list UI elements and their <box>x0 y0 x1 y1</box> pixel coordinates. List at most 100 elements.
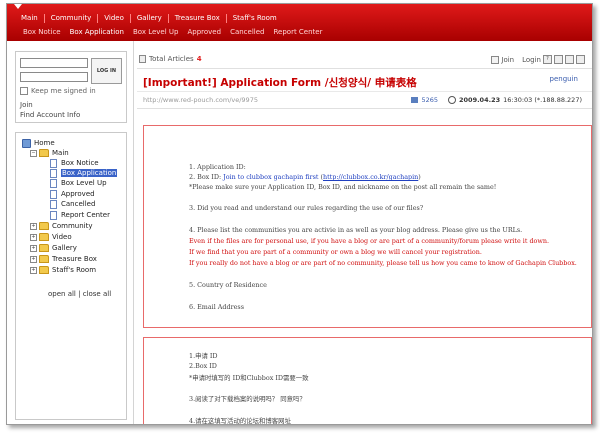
expand-icon[interactable]: + <box>30 266 37 274</box>
nav-video[interactable]: Video <box>97 14 130 23</box>
nav-gallery[interactable]: Gallery <box>129 14 168 23</box>
post-time: 16:30:03 (*.188.88.227) <box>503 96 582 104</box>
form-line: *Please make sure your Application ID, B… <box>189 183 497 191</box>
clock-icon <box>448 96 456 104</box>
tree-main-label: Main <box>52 149 69 157</box>
browser-page: Main Community Video Gallery Treasure Bo… <box>6 3 593 425</box>
page-icon <box>50 168 57 178</box>
tree-item-approved[interactable]: Approved <box>50 189 95 199</box>
keep-signed-in-label: Keep me signed in <box>31 87 96 95</box>
tree-item-cancelled[interactable]: Cancelled <box>50 199 95 209</box>
separator: | <box>78 290 81 298</box>
form-warning: If we find that you are part of a commun… <box>189 248 482 256</box>
tree-main[interactable]: − Main <box>30 148 69 158</box>
join-clubbox-link[interactable]: Join to clubbox gachapin first <box>223 173 318 181</box>
list-icon <box>139 55 146 63</box>
left-sidebar: LOG IN Keep me signed in Join Find Accou… <box>7 41 130 424</box>
main-nav: Main Community Video Gallery Treasure Bo… <box>17 14 283 23</box>
open-all-link[interactable]: open all <box>48 290 76 298</box>
nav-main[interactable]: Main <box>17 14 44 23</box>
keep-signed-in[interactable]: Keep me signed in <box>20 87 96 95</box>
form-line: 3.阅读了对下载档案的说明吗？ 同意吗？ <box>189 395 306 403</box>
views-icon <box>411 97 419 103</box>
close-all-link[interactable]: close all <box>83 290 111 298</box>
subnav-box-notice[interactable]: Box Notice <box>23 28 61 37</box>
tree-item-box-application[interactable]: Box Application <box>50 168 118 178</box>
post-author[interactable]: penguin <box>550 75 578 83</box>
expand-icon[interactable]: + <box>30 255 37 263</box>
form-line: 2.Box ID <box>189 362 217 370</box>
nav-staffs-room[interactable]: Staff's Room <box>225 14 283 23</box>
top-header: Main Community Video Gallery Treasure Bo… <box>7 4 592 41</box>
subnav-box-application[interactable]: Box Application <box>70 28 124 37</box>
user-icon <box>491 55 500 64</box>
page-icon <box>50 178 57 188</box>
form-line: 3. Did you read and understand our rules… <box>189 204 424 212</box>
column-divider <box>133 41 134 424</box>
folder-open-icon <box>39 149 49 157</box>
collapse-icon[interactable]: − <box>30 149 37 157</box>
clubbox-url-link[interactable]: http://clubbox.co.kr/gachapin <box>323 173 418 181</box>
subnav-approved[interactable]: Approved <box>187 28 221 37</box>
page-icon <box>50 158 57 168</box>
post-url[interactable]: http://www.red-pouch.com/ve/9975 <box>143 96 258 104</box>
tree-video[interactable]: + Video <box>30 232 72 242</box>
toolbar-login-link[interactable]: Login <box>522 56 541 64</box>
tree-item-box-notice[interactable]: Box Notice <box>50 158 99 168</box>
join-link[interactable]: Join <box>20 101 33 109</box>
form-warning: Even if the files are for personal use, … <box>189 237 550 245</box>
find-account-link[interactable]: Find Account Info <box>20 111 80 119</box>
nav-treasure-box[interactable]: Treasure Box <box>167 14 226 23</box>
home-icon <box>22 138 31 148</box>
login-button[interactable]: LOG IN <box>91 58 122 84</box>
subnav-box-level-up[interactable]: Box Level Up <box>133 28 179 37</box>
folder-icon <box>39 266 49 274</box>
form-line: 4.请在这填写活动的论坛和博客网址 <box>189 417 291 425</box>
tree-treasure-box[interactable]: + Treasure Box <box>30 254 97 264</box>
subnav-cancelled[interactable]: Cancelled <box>230 28 264 37</box>
divider <box>137 91 592 92</box>
tree-community[interactable]: + Community <box>30 221 93 231</box>
page-icon <box>50 199 57 209</box>
rss-icon[interactable] <box>576 55 585 64</box>
expand-icon[interactable]: + <box>30 222 37 230</box>
tree-item-report-center[interactable]: Report Center <box>50 210 110 220</box>
tree-gallery[interactable]: + Gallery <box>30 243 77 253</box>
tree-item-box-level-up[interactable]: Box Level Up <box>50 178 107 188</box>
folder-icon <box>39 255 49 263</box>
list-view-icon[interactable] <box>554 55 563 64</box>
folder-icon <box>39 222 49 230</box>
home-arrow-icon[interactable] <box>14 4 22 9</box>
nav-community[interactable]: Community <box>43 14 98 23</box>
username-input[interactable] <box>20 58 88 68</box>
page-icon <box>50 210 57 220</box>
expand-icon[interactable]: + <box>30 244 37 252</box>
form-line: 5. Country of Residence <box>189 281 267 289</box>
folder-icon <box>39 244 49 252</box>
divider <box>137 108 592 109</box>
folder-icon <box>39 233 49 241</box>
article-toolbar: Total Articles 4 Join Login ? <box>137 55 589 65</box>
post-date: 2009.04.23 <box>459 96 501 104</box>
tree-home-label: Home <box>34 139 55 147</box>
toolbar-join-link[interactable]: Join <box>501 56 514 64</box>
form-line: *申请时填写的 ID和Clubbox ID需要一致 <box>189 374 309 382</box>
help-icon[interactable]: ? <box>543 55 552 64</box>
grid-view-icon[interactable] <box>565 55 574 64</box>
keep-signed-in-checkbox[interactable] <box>20 87 28 95</box>
password-input[interactable] <box>20 72 88 82</box>
total-articles-count: 4 <box>196 55 202 63</box>
english-form-box: 1. Application ID: 2. Box ID: Join to cl… <box>143 125 592 328</box>
chinese-form-box: 1.申请 ID 2.Box ID *申请时填写的 ID和Clubbox ID需要… <box>143 337 592 425</box>
form-line: 4. Please list the communities you are a… <box>189 226 523 234</box>
divider <box>137 68 592 69</box>
expand-icon[interactable]: + <box>30 233 37 241</box>
form-line: 1. Application ID: <box>189 163 246 171</box>
category-tree: Home − Main Box Notice Box Application B… <box>15 132 127 420</box>
tree-home[interactable]: Home <box>22 138 55 148</box>
main-content: Total Articles 4 Join Login ? [Important… <box>137 41 592 424</box>
subnav-report-center[interactable]: Report Center <box>273 28 322 37</box>
tree-staffs-room[interactable]: + Staff's Room <box>30 265 96 275</box>
toolbar-actions: Join Login ? <box>491 55 585 64</box>
form-line-box-id: 2. Box ID: Join to clubbox gachapin firs… <box>189 173 421 181</box>
